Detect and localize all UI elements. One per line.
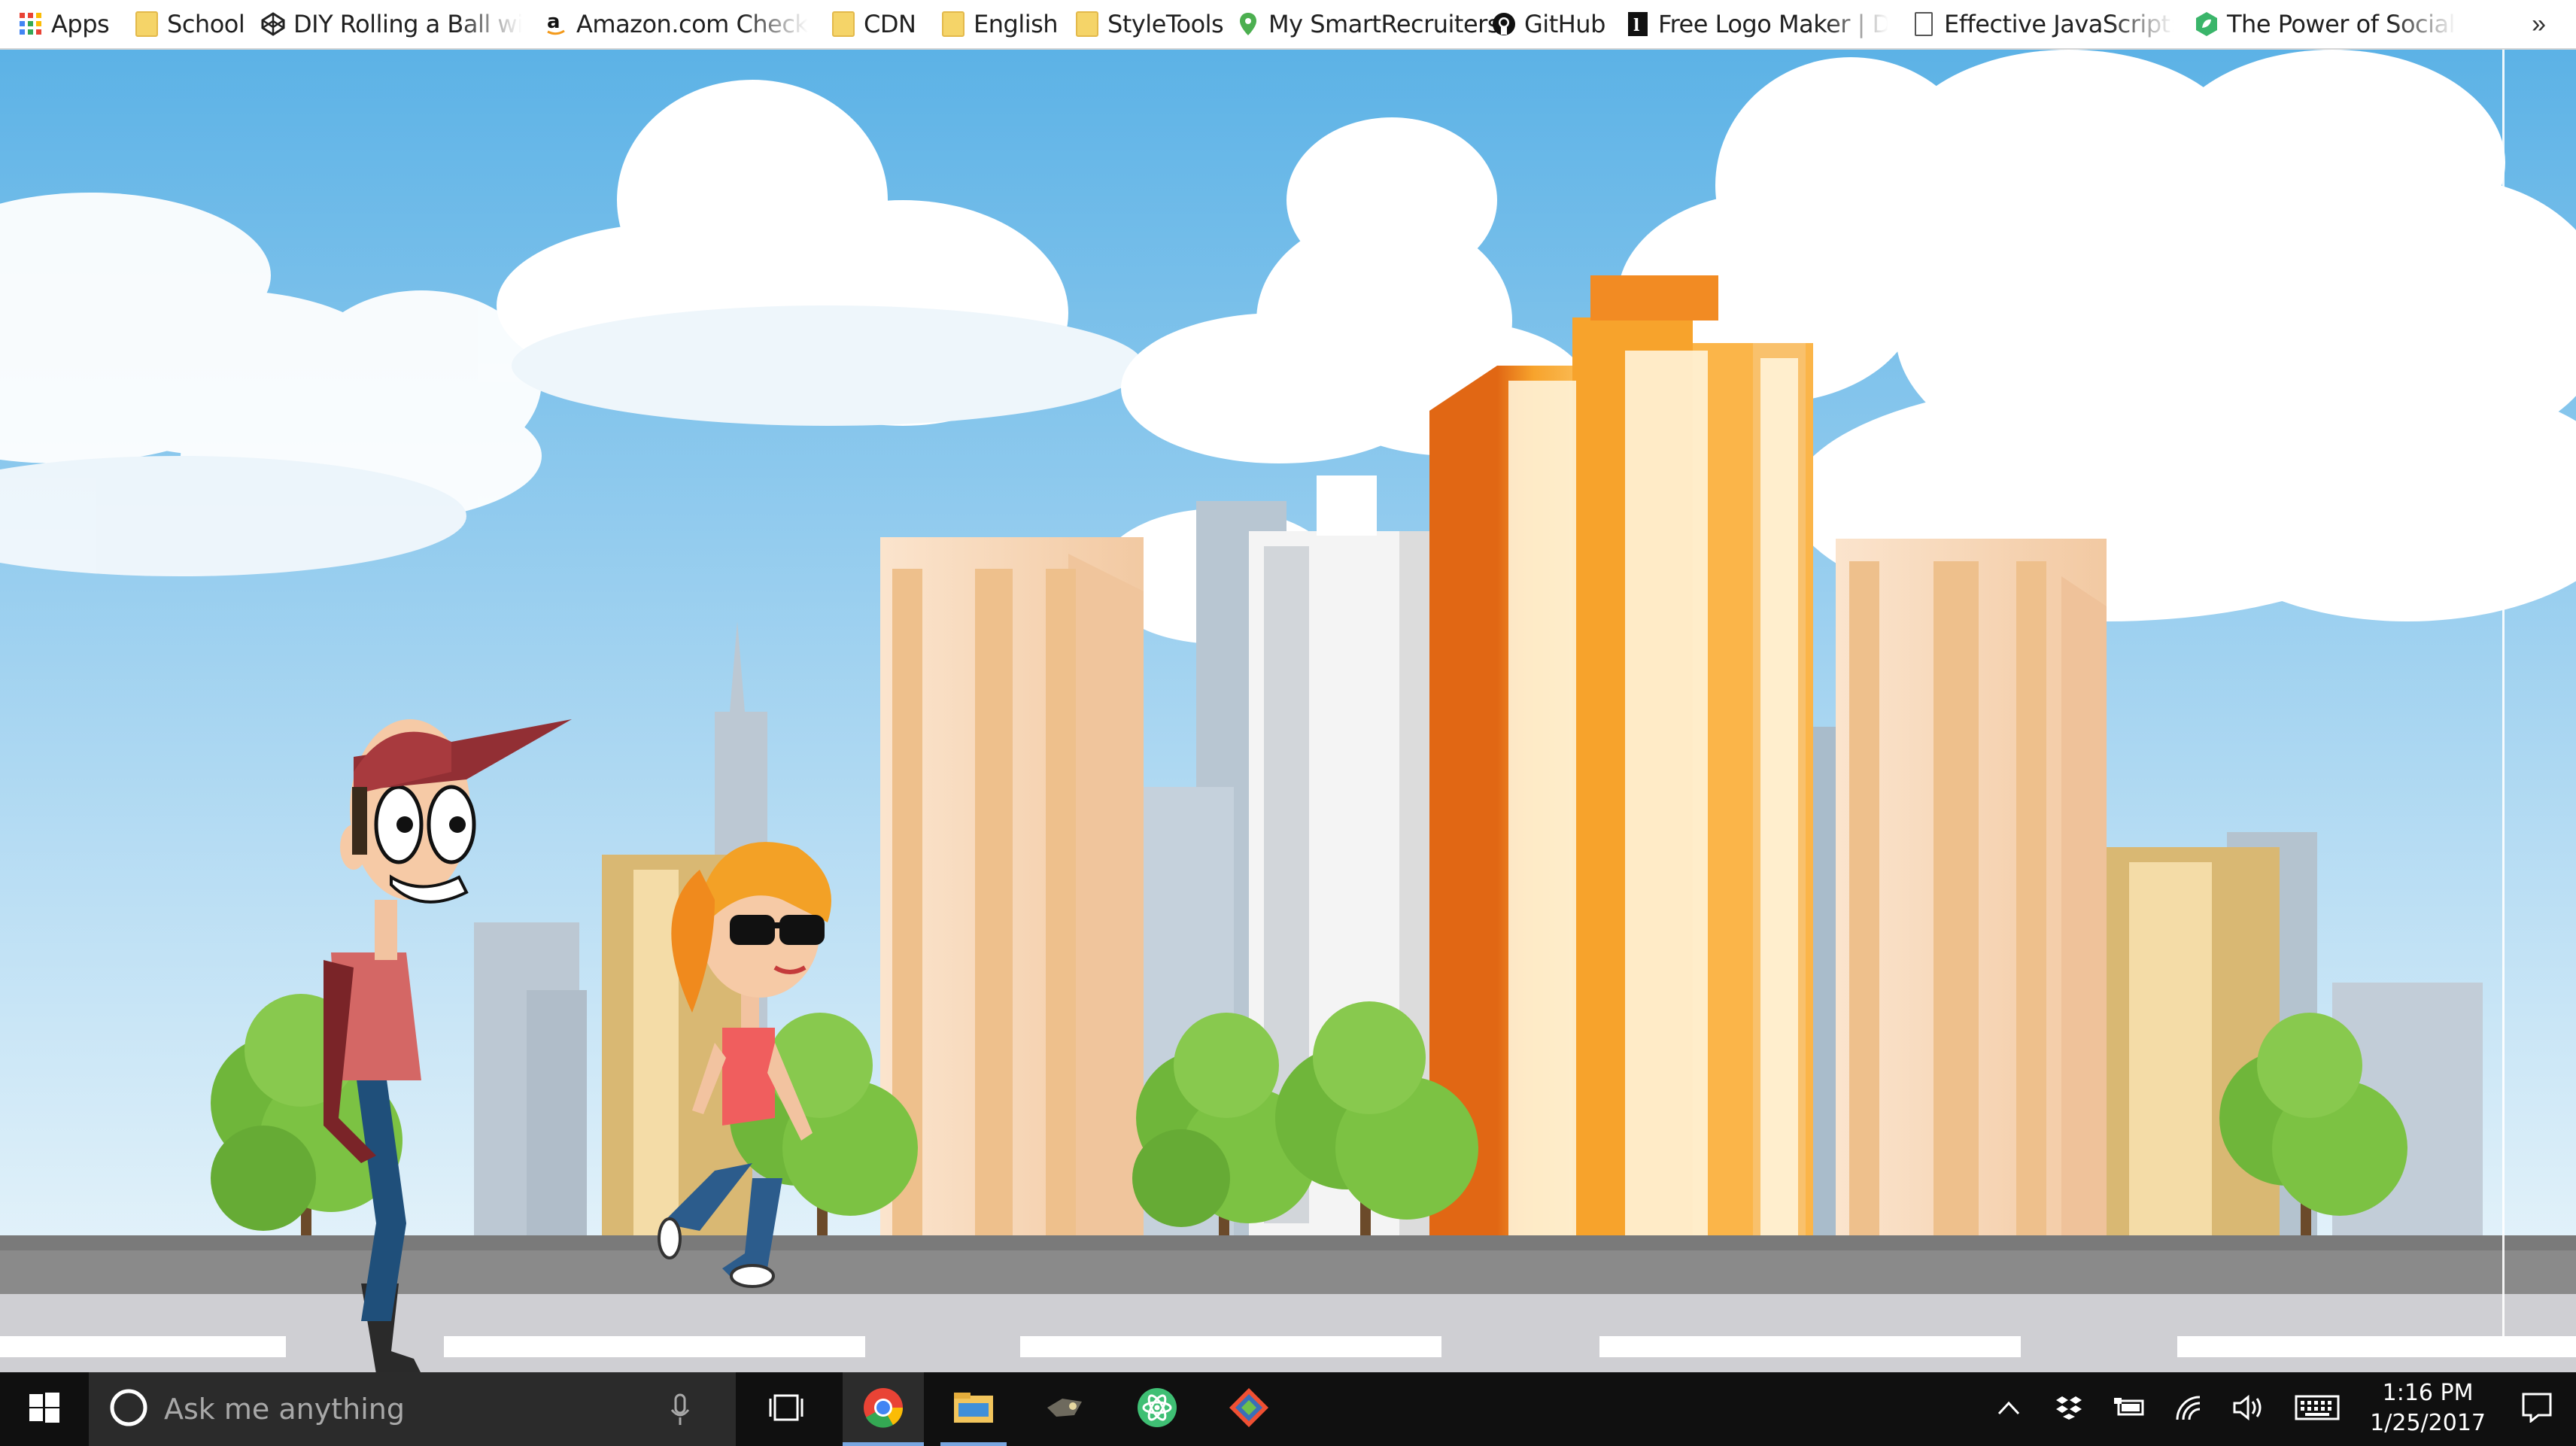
notification-icon <box>2522 1393 2552 1426</box>
cortana-circle-icon <box>108 1387 149 1432</box>
bookmark-label: The Power of Social M <box>2227 10 2457 38</box>
battery-icon <box>2113 1396 2146 1423</box>
tray-dropbox[interactable] <box>2046 1372 2091 1446</box>
chrome-icon <box>862 1387 904 1432</box>
volume-icon <box>2233 1394 2266 1425</box>
bookmark-label: Effective JavaScript: Fr <box>1944 10 2174 38</box>
bookmark-effective-javascript[interactable]: Effective JavaScript: Fr <box>1911 0 2174 48</box>
clock-date: 1/25/2017 <box>2370 1410 2486 1436</box>
bookmark-label: My SmartRecruiters <box>1268 10 1499 38</box>
bookmark-cdn[interactable]: CDN <box>831 0 916 48</box>
page-scrollbar[interactable] <box>2502 50 2505 1354</box>
bookmark-label: School <box>167 10 245 38</box>
golden-building-right <box>2107 847 2280 1268</box>
bookmark-free-logo-maker[interactable]: l Free Logo Maker | De <box>1625 0 1888 48</box>
orange-tower <box>1429 275 1813 1268</box>
task-view-button[interactable] <box>752 1372 820 1446</box>
bookmark-label: StyleTools <box>1107 10 1224 38</box>
show-hidden-icons-button[interactable] <box>1986 1372 2031 1446</box>
folder-icon <box>1074 11 1100 37</box>
tray-battery[interactable] <box>2107 1372 2152 1446</box>
bookmark-power-of-social[interactable]: The Power of Social M <box>2194 0 2457 48</box>
chevron-up-icon <box>1997 1400 2020 1419</box>
action-center-button[interactable] <box>2498 1372 2576 1446</box>
bookmark-diy-rolling-ball[interactable]: DIY Rolling a Ball with <box>260 0 522 48</box>
keyboard-icon <box>2295 1395 2340 1424</box>
microphone-icon[interactable] <box>670 1393 691 1430</box>
logo-maker-icon: l <box>1625 11 1651 37</box>
taskbar-app-game[interactable] <box>1025 1372 1106 1446</box>
tray-wifi[interactable] <box>2167 1372 2212 1446</box>
search-placeholder: Ask me anything <box>164 1393 405 1426</box>
bookmark-label: CDN <box>864 10 916 38</box>
folder-icon <box>831 11 856 37</box>
bookmark-label: Free Logo Maker | De <box>1658 10 1888 38</box>
amazon-icon: a <box>543 11 569 37</box>
taskbar-app-file-explorer[interactable] <box>933 1372 1014 1446</box>
task-view-icon <box>767 1393 805 1426</box>
github-icon <box>1491 11 1517 37</box>
clock-time: 1:16 PM <box>2382 1380 2474 1406</box>
windows-taskbar: Ask me anything 1:16 PM 1/25/2017 <box>0 1372 2576 1446</box>
game-icon <box>1044 1393 1086 1426</box>
bookmarks-overflow-button[interactable]: » <box>2532 0 2546 48</box>
peach-tower-right <box>1836 539 2107 1268</box>
svg-text:a: a <box>547 11 560 33</box>
bookmark-apps[interactable]: Apps <box>18 0 109 48</box>
windows-logo-icon <box>29 1392 59 1426</box>
svg-text:l: l <box>1633 16 1639 35</box>
git-icon <box>1228 1387 1270 1432</box>
folder-icon <box>134 11 159 37</box>
bookmark-label: Amazon.com Checkou <box>576 10 808 38</box>
start-button[interactable] <box>0 1372 89 1446</box>
bookmark-amazon-checkout[interactable]: a Amazon.com Checkou <box>543 0 808 48</box>
bookmark-styletools[interactable]: StyleTools <box>1074 0 1223 48</box>
atom-icon <box>1136 1387 1178 1432</box>
taskbar-clock[interactable]: 1:16 PM 1/25/2017 <box>2370 1378 2486 1438</box>
peach-tower-left <box>880 537 1144 1268</box>
city-street-scene <box>0 50 2576 1372</box>
wifi-icon <box>2174 1394 2204 1425</box>
bookmark-label: English <box>974 10 1059 38</box>
file-explorer-icon <box>952 1390 995 1429</box>
bookmark-label: Apps <box>51 10 110 38</box>
bookmark-smartrecruiters[interactable]: My SmartRecruiters <box>1235 0 1499 48</box>
taskbar-app-atom[interactable] <box>1116 1372 1198 1446</box>
codepen-icon <box>260 11 286 37</box>
tray-volume[interactable] <box>2227 1372 2272 1446</box>
hex-leaf-icon <box>2194 11 2219 37</box>
page-icon <box>1911 11 1937 37</box>
bookmark-school[interactable]: School <box>134 0 245 48</box>
taskbar-app-chrome[interactable] <box>843 1372 924 1446</box>
game-canvas <box>0 50 2576 1372</box>
cortana-search-box[interactable]: Ask me anything <box>89 1372 736 1446</box>
bookmarks-bar: Apps School DIY Rolling a Ball with a Am… <box>0 0 2576 50</box>
bookmark-label: DIY Rolling a Ball with <box>293 10 522 38</box>
tray-keyboard[interactable] <box>2287 1372 2347 1446</box>
location-pin-icon <box>1235 11 1261 37</box>
folder-icon <box>940 11 966 37</box>
taskbar-app-git[interactable] <box>1208 1372 1290 1446</box>
apps-grid-icon <box>18 11 44 37</box>
bookmark-github[interactable]: GitHub <box>1491 0 1605 48</box>
dropbox-icon <box>2055 1394 2082 1425</box>
bookmark-label: GitHub <box>1524 10 1605 38</box>
bookmark-english[interactable]: English <box>940 0 1058 48</box>
